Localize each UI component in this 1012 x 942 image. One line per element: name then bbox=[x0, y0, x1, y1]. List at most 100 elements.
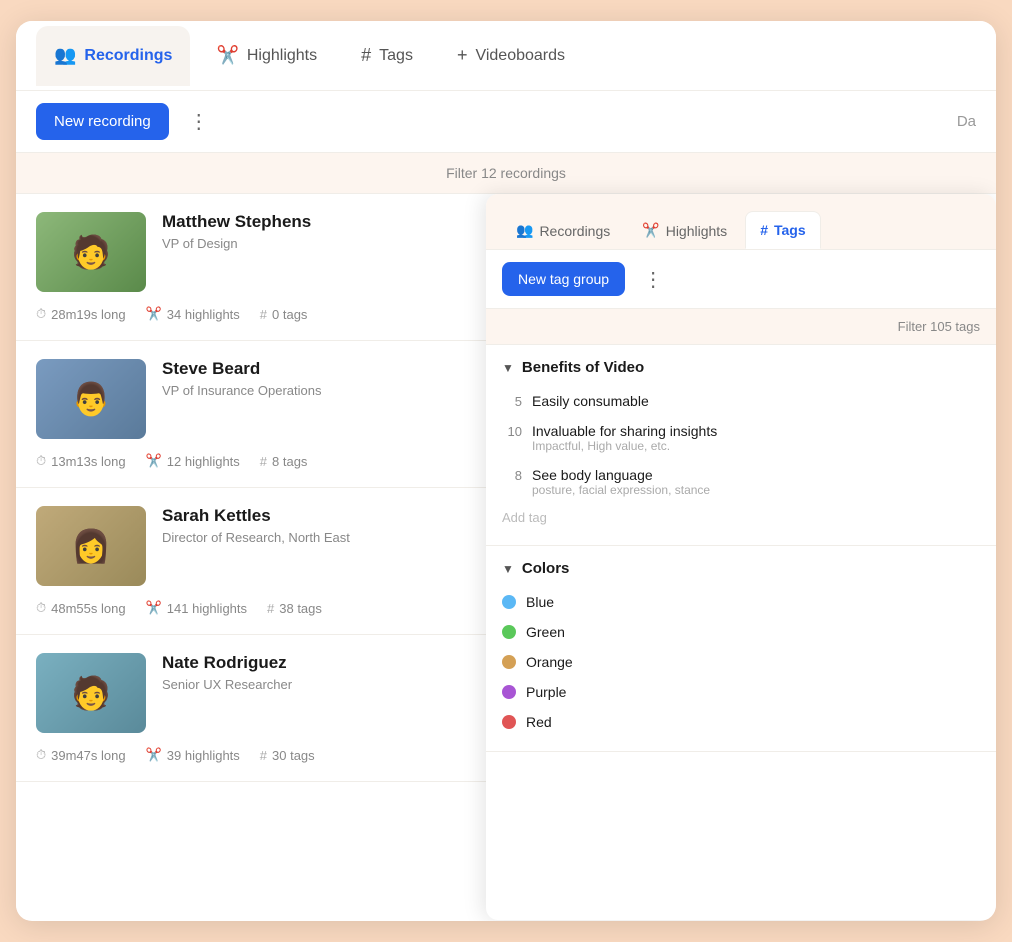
clock-icon: ⏱ bbox=[36, 306, 46, 322]
tab-videoboards[interactable]: + Videoboards bbox=[439, 26, 583, 86]
more-options-button[interactable]: ⋮ bbox=[181, 105, 217, 138]
panel-tab-highlights[interactable]: ✂️ Highlights bbox=[628, 212, 741, 249]
tag-item-name: Easily consumable bbox=[532, 393, 980, 409]
recording-meta: ⏱ 13m13s long ✂️ 12 highlights # 8 tags bbox=[36, 453, 486, 469]
new-recording-button[interactable]: New recording bbox=[36, 103, 169, 140]
list-item[interactable]: 10 Invaluable for sharing insights Impac… bbox=[502, 416, 980, 460]
panel-more-button[interactable]: ⋮ bbox=[635, 263, 671, 296]
scissors-icon: ✂️ bbox=[146, 453, 162, 469]
tags-label: 8 tags bbox=[272, 454, 307, 469]
highlights-label: 12 highlights bbox=[167, 454, 240, 469]
clock-icon: ⏱ bbox=[36, 453, 46, 469]
tab-videoboards-label: Videoboards bbox=[475, 47, 565, 65]
table-row[interactable]: 👨 Steve Beard VP of Insurance Operations… bbox=[16, 341, 506, 488]
list-item[interactable]: Blue bbox=[502, 587, 980, 617]
app-container: 👥 Recordings ✂️ Highlights # Tags + Vide… bbox=[16, 21, 996, 921]
tags-label: 38 tags bbox=[279, 601, 322, 616]
meta-tags: # 8 tags bbox=[260, 453, 308, 469]
color-dot-orange bbox=[502, 655, 516, 669]
scissors-icon: ✂️ bbox=[146, 747, 162, 763]
meta-highlights: ✂️ 34 highlights bbox=[146, 306, 240, 322]
list-item[interactable]: 8 See body language posture, facial expr… bbox=[502, 460, 980, 504]
color-dot-red bbox=[502, 715, 516, 729]
plus-icon: + bbox=[457, 45, 468, 66]
scissors-icon: ✂️ bbox=[146, 600, 162, 616]
meta-duration: ⏱ 28m19s long bbox=[36, 306, 126, 322]
recording-info: Matthew Stephens VP of Design bbox=[162, 212, 486, 251]
tag-item-content: Invaluable for sharing insights Impactfu… bbox=[532, 423, 980, 453]
color-name-blue: Blue bbox=[526, 594, 554, 610]
panel-filter-text: Filter 105 tags bbox=[898, 319, 980, 334]
table-row[interactable]: 🧑 Matthew Stephens VP of Design ⏱ 28m19s… bbox=[16, 194, 506, 341]
list-item[interactable]: Red bbox=[502, 707, 980, 737]
table-row[interactable]: 🧑 Nate Rodriguez Senior UX Researcher ⏱ … bbox=[16, 635, 506, 782]
list-item[interactable]: Purple bbox=[502, 677, 980, 707]
meta-duration: ⏱ 48m55s long bbox=[36, 600, 126, 616]
duration-label: 39m47s long bbox=[51, 748, 125, 763]
color-dot-green bbox=[502, 625, 516, 639]
highlights-label: 141 highlights bbox=[167, 601, 247, 616]
recording-info: Sarah Kettles Director of Research, Nort… bbox=[162, 506, 486, 545]
panel-highlights-icon: ✂️ bbox=[642, 222, 659, 239]
tab-tags[interactable]: # Tags bbox=[343, 26, 431, 86]
panel-tab-recordings[interactable]: 👥 Recordings bbox=[502, 212, 624, 249]
recording-info: Nate Rodriguez Senior UX Researcher bbox=[162, 653, 486, 692]
panel-tabs: 👥 Recordings ✂️ Highlights # Tags bbox=[486, 194, 996, 250]
new-tag-group-button[interactable]: New tag group bbox=[502, 262, 625, 296]
recording-name: Sarah Kettles bbox=[162, 506, 486, 526]
meta-duration: ⏱ 39m47s long bbox=[36, 747, 126, 763]
highlights-label: 39 highlights bbox=[167, 748, 240, 763]
tab-recordings[interactable]: 👥 Recordings bbox=[36, 26, 190, 86]
tag-count: 8 bbox=[502, 467, 522, 483]
chevron-down-icon: ▼ bbox=[502, 361, 514, 375]
list-item[interactable]: Green bbox=[502, 617, 980, 647]
scissors-icon: ✂️ bbox=[146, 306, 162, 322]
recording-name: Nate Rodriguez bbox=[162, 653, 486, 673]
tags-content: ▼ Benefits of Video 5 Easily consumable … bbox=[486, 345, 996, 920]
duration-label: 48m55s long bbox=[51, 601, 125, 616]
panel-filter-bar[interactable]: Filter 105 tags bbox=[486, 309, 996, 345]
recording-info: Steve Beard VP of Insurance Operations bbox=[162, 359, 486, 398]
avatar: 🧑 bbox=[36, 212, 146, 292]
hash-icon: # bbox=[361, 45, 371, 66]
color-name-orange: Orange bbox=[526, 654, 573, 670]
recording-top: 🧑 Nate Rodriguez Senior UX Researcher bbox=[36, 653, 486, 733]
tag-group-colors-name: Colors bbox=[522, 560, 570, 577]
tag-group-benefits-name: Benefits of Video bbox=[522, 359, 644, 376]
avatar: 👨 bbox=[36, 359, 146, 439]
table-row[interactable]: 👩 Sarah Kettles Director of Research, No… bbox=[16, 488, 506, 635]
color-name-purple: Purple bbox=[526, 684, 566, 700]
list-item[interactable]: Orange bbox=[502, 647, 980, 677]
tab-highlights[interactable]: ✂️ Highlights bbox=[198, 26, 335, 86]
tag-group-colors: ▼ Colors Blue Green Orange bbox=[486, 546, 996, 752]
tag-count: 10 bbox=[502, 423, 522, 439]
filter-bar[interactable]: Filter 12 recordings bbox=[16, 153, 996, 194]
add-tag-button[interactable]: Add tag bbox=[502, 504, 980, 531]
tab-recordings-label: Recordings bbox=[84, 47, 172, 65]
recording-meta: ⏱ 48m55s long ✂️ 141 highlights # 38 tag… bbox=[36, 600, 486, 616]
color-dot-purple bbox=[502, 685, 516, 699]
tag-group-colors-header[interactable]: ▼ Colors bbox=[502, 560, 980, 577]
panel-tab-tags[interactable]: # Tags bbox=[745, 211, 820, 249]
duration-label: 28m19s long bbox=[51, 307, 125, 322]
tag-group-benefits-header[interactable]: ▼ Benefits of Video bbox=[502, 359, 980, 376]
tab-highlights-label: Highlights bbox=[247, 47, 317, 65]
tags-label: 30 tags bbox=[272, 748, 315, 763]
filter-text: Filter 12 recordings bbox=[446, 165, 566, 181]
tag-item-sub: Impactful, High value, etc. bbox=[532, 439, 980, 453]
top-nav: 👥 Recordings ✂️ Highlights # Tags + Vide… bbox=[16, 21, 996, 91]
recording-top: 👨 Steve Beard VP of Insurance Operations bbox=[36, 359, 486, 439]
chevron-down-icon: ▼ bbox=[502, 562, 514, 576]
recording-role: VP of Design bbox=[162, 236, 486, 251]
tag-item-name: See body language bbox=[532, 467, 980, 483]
toolbar: New recording ⋮ Da bbox=[16, 91, 996, 153]
color-dot-blue bbox=[502, 595, 516, 609]
panel-toolbar: New tag group ⋮ bbox=[486, 250, 996, 309]
recording-role: VP of Insurance Operations bbox=[162, 383, 486, 398]
tag-icon: # bbox=[260, 748, 267, 763]
tag-item-sub: posture, facial expression, stance bbox=[532, 483, 980, 497]
list-item[interactable]: 5 Easily consumable bbox=[502, 386, 980, 416]
toolbar-right-label: Da bbox=[957, 113, 976, 130]
recording-name: Matthew Stephens bbox=[162, 212, 486, 232]
tag-group-benefits: ▼ Benefits of Video 5 Easily consumable … bbox=[486, 345, 996, 546]
